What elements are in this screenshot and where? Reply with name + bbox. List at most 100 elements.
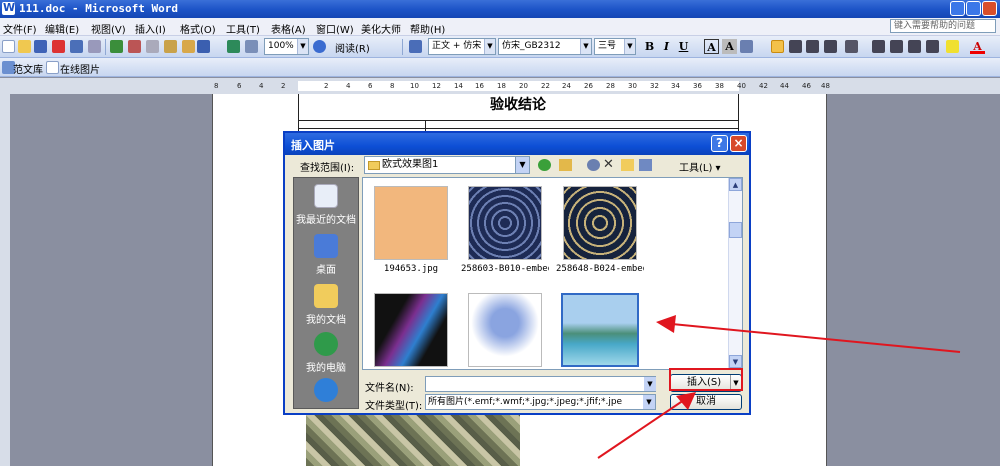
align-right-icon[interactable] bbox=[806, 40, 819, 53]
close-window-button[interactable] bbox=[982, 1, 997, 16]
filename-input[interactable] bbox=[425, 376, 656, 392]
file-thumbnail bbox=[561, 293, 639, 367]
paste-icon[interactable] bbox=[164, 40, 177, 53]
cut-icon[interactable] bbox=[128, 40, 141, 53]
file-list[interactable]: 194653.jpg 258603-B010-embed... 258648-B… bbox=[362, 177, 743, 370]
hyperlink-icon[interactable] bbox=[227, 40, 240, 53]
menu-tools[interactable]: 工具(T) bbox=[226, 21, 260, 36]
menu-edit[interactable]: 编辑(E) bbox=[45, 21, 79, 36]
file-item[interactable]: 258603-B010-embed... bbox=[461, 186, 549, 274]
menu-file[interactable]: 文件(F) bbox=[3, 21, 37, 36]
open-icon[interactable] bbox=[18, 40, 31, 53]
dialog-help-button[interactable]: ? bbox=[711, 135, 728, 152]
numbering-icon[interactable] bbox=[872, 40, 885, 53]
decrease-indent-icon[interactable] bbox=[908, 40, 921, 53]
print-preview-icon[interactable] bbox=[88, 40, 101, 53]
scroll-thumb[interactable] bbox=[729, 222, 742, 238]
file-item[interactable]: 194653.jpg bbox=[367, 186, 455, 274]
char-border-button[interactable]: A bbox=[704, 39, 719, 54]
dialog-title-bar[interactable]: 插入图片 ? × bbox=[285, 133, 749, 155]
copy-icon[interactable] bbox=[146, 40, 159, 53]
file-list-scrollbar[interactable]: ▲ ▼ bbox=[728, 178, 742, 369]
format-painter-icon[interactable] bbox=[182, 40, 195, 53]
help-question-input[interactable]: 键入需要帮助的问题 bbox=[890, 19, 996, 33]
back-icon[interactable] bbox=[538, 159, 551, 171]
underline-button[interactable]: U bbox=[676, 39, 691, 54]
menu-beautify[interactable]: 美化大师 bbox=[361, 21, 401, 36]
new-doc-icon[interactable] bbox=[2, 40, 15, 53]
save-icon[interactable] bbox=[34, 40, 47, 53]
undo-icon[interactable] bbox=[197, 40, 210, 53]
file-item[interactable]: 258648-B024-embed... bbox=[556, 186, 644, 274]
italic-button[interactable]: I bbox=[659, 39, 674, 54]
spelling-icon[interactable] bbox=[110, 40, 123, 53]
dialog-close-button[interactable]: × bbox=[730, 135, 747, 152]
table-icon[interactable] bbox=[245, 40, 258, 53]
bullets-icon[interactable] bbox=[890, 40, 903, 53]
place-recent[interactable]: 我最近的文档 bbox=[294, 184, 358, 226]
file-name: 258603-B010-embed... bbox=[461, 264, 549, 274]
search-web-icon[interactable] bbox=[587, 159, 600, 171]
table-border bbox=[298, 120, 739, 121]
file-item-selected[interactable] bbox=[556, 293, 644, 369]
style-combo[interactable]: 正文 + 仿宋 ▼ bbox=[428, 38, 496, 55]
help-icon[interactable] bbox=[313, 40, 326, 53]
font-combo[interactable]: 仿宋_GB2312 ▼ bbox=[498, 38, 592, 55]
place-desktop[interactable]: 桌面 bbox=[294, 234, 358, 276]
menu-window[interactable]: 窗口(W) bbox=[316, 21, 354, 36]
cancel-button[interactable]: 取消 bbox=[670, 394, 742, 410]
delete-icon[interactable]: ✕ bbox=[603, 158, 616, 171]
views-icon[interactable] bbox=[639, 159, 652, 171]
increase-indent-icon[interactable] bbox=[926, 40, 939, 53]
scroll-up-icon[interactable]: ▲ bbox=[729, 178, 742, 191]
vertical-ruler[interactable] bbox=[0, 94, 10, 466]
zoom-combo[interactable]: 100% ▼ bbox=[264, 38, 309, 55]
bold-button[interactable]: B bbox=[642, 39, 657, 54]
place-network[interactable] bbox=[294, 378, 358, 405]
ruler-number: 46 bbox=[802, 82, 811, 90]
inserted-image[interactable] bbox=[306, 406, 520, 466]
print-icon[interactable] bbox=[70, 40, 83, 53]
chevron-down-icon: ▼ bbox=[580, 39, 591, 54]
ruler-number: 4 bbox=[259, 82, 264, 90]
menu-format[interactable]: 格式(O) bbox=[180, 21, 216, 36]
template-library-button[interactable]: 范文库 bbox=[13, 61, 43, 76]
ruler-number: 30 bbox=[628, 82, 637, 90]
chevron-down-icon: ▼ bbox=[624, 39, 635, 54]
chevron-down-icon[interactable]: ▼ bbox=[644, 377, 656, 391]
place-my-documents[interactable]: 我的文档 bbox=[294, 284, 358, 326]
char-scale-icon[interactable] bbox=[740, 40, 753, 53]
online-picture-button[interactable]: 在线图片 bbox=[60, 61, 100, 76]
scroll-down-icon[interactable]: ▼ bbox=[729, 355, 742, 368]
filetype-combo[interactable]: 所有图片(*.emf;*.wmf;*.jpg;*.jpeg;*.jfif;*.j… bbox=[425, 394, 656, 410]
places-bar: 我最近的文档 桌面 我的文档 我的电脑 bbox=[293, 177, 359, 409]
maximize-button[interactable] bbox=[966, 1, 981, 16]
place-my-computer[interactable]: 我的电脑 bbox=[294, 332, 358, 374]
align-center-icon[interactable] bbox=[789, 40, 802, 53]
file-item[interactable] bbox=[461, 293, 549, 369]
distributed-icon[interactable] bbox=[824, 40, 837, 53]
menu-view[interactable]: 视图(V) bbox=[91, 21, 126, 36]
file-name: 258648-B024-embed... bbox=[556, 264, 644, 274]
minimize-button[interactable] bbox=[950, 1, 965, 16]
read-mode-button[interactable]: 阅读(R) bbox=[335, 40, 370, 55]
menu-insert[interactable]: 插入(I) bbox=[135, 21, 166, 36]
look-in-combo[interactable]: 欧式效果图1 ▼ bbox=[364, 156, 530, 174]
font-color-button[interactable]: A bbox=[970, 39, 985, 54]
new-folder-icon[interactable] bbox=[621, 159, 634, 171]
styles-pane-icon[interactable] bbox=[409, 40, 422, 53]
font-size-combo[interactable]: 三号 ▼ bbox=[594, 38, 636, 55]
permission-icon[interactable] bbox=[52, 40, 65, 53]
menu-help[interactable]: 帮助(H) bbox=[410, 21, 445, 36]
align-justify-icon[interactable] bbox=[771, 40, 784, 53]
ruler-number: 6 bbox=[237, 82, 242, 90]
file-item[interactable] bbox=[367, 293, 455, 369]
filename-label: 文件名(N): bbox=[365, 383, 414, 394]
highlight-icon[interactable] bbox=[946, 40, 959, 53]
ruler-number: 32 bbox=[650, 82, 659, 90]
line-spacing-icon[interactable] bbox=[845, 40, 858, 53]
menu-table[interactable]: 表格(A) bbox=[271, 21, 306, 36]
up-folder-icon[interactable] bbox=[559, 159, 572, 171]
tools-menu-button[interactable]: 工具(L) ▾ bbox=[679, 159, 721, 174]
char-shading-button[interactable]: A bbox=[722, 39, 737, 54]
